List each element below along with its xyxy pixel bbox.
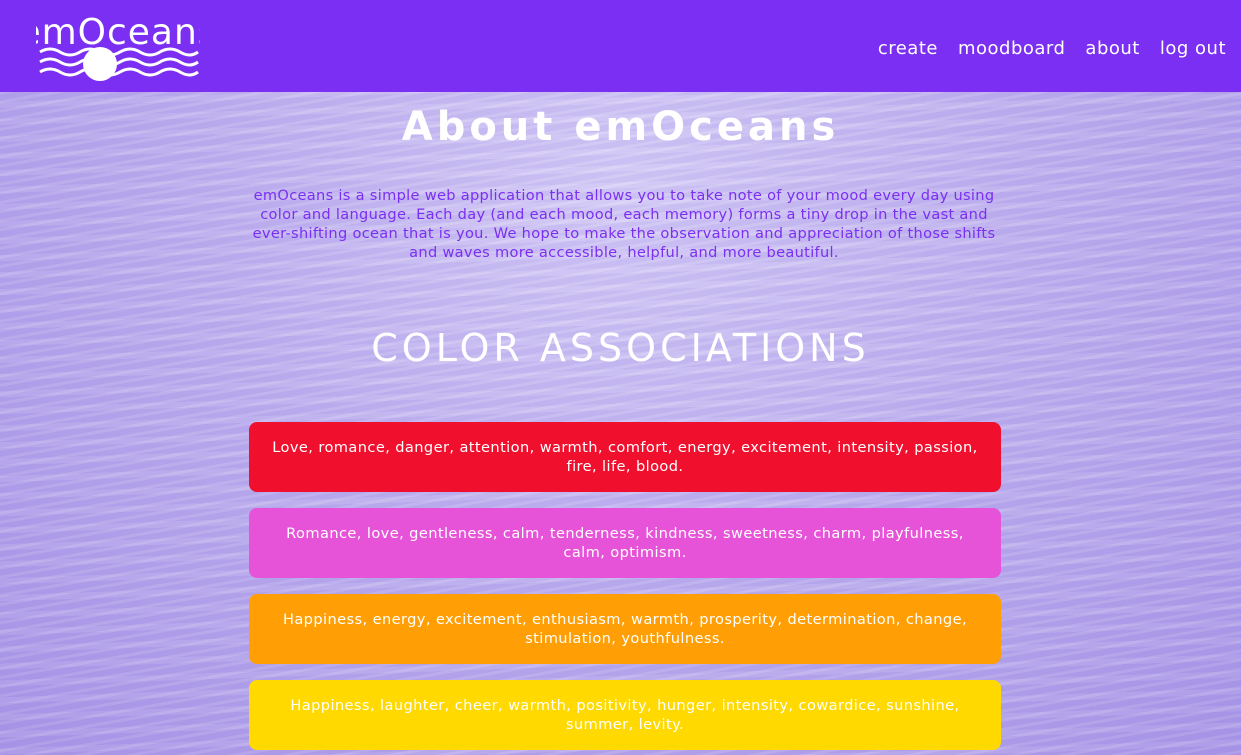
color-card-text: Love, romance, danger, attention, warmth… [272, 439, 978, 475]
color-card-orange: Happiness, energy, excitement, enthusias… [249, 594, 1001, 664]
nav-logout-link[interactable]: log out [1160, 38, 1226, 59]
color-card-text: Happiness, laughter, cheer, warmth, posi… [290, 697, 960, 733]
svg-text:emOceans: emOceans [36, 12, 200, 53]
nav-moodboard-link[interactable]: moodboard [958, 38, 1065, 59]
nav-create-link[interactable]: create [878, 38, 938, 59]
about-title: About emOceans [401, 104, 840, 150]
nav-links: create moodboard about log out [878, 38, 1226, 59]
top-navbar: emOceans create moodboard about log out [0, 0, 1241, 92]
color-card-pink: Romance, love, gentleness, calm, tendern… [249, 508, 1001, 578]
color-associations-title: COLOR ASSOCIATIONS [371, 326, 870, 370]
emoceans-logo[interactable]: emOceans [18, 4, 217, 84]
color-card-text: Romance, love, gentleness, calm, tendern… [286, 525, 964, 561]
color-card-text: Happiness, energy, excitement, enthusias… [282, 611, 968, 647]
color-card-yellow: Happiness, laughter, cheer, warmth, posi… [249, 680, 1001, 750]
emoceans-logo-icon: emOceans [18, 12, 217, 81]
nav-about-link[interactable]: about [1085, 38, 1139, 59]
color-card-red: Love, romance, danger, attention, warmth… [249, 422, 1001, 492]
about-description: emOceans is a simple web application tha… [252, 187, 996, 261]
